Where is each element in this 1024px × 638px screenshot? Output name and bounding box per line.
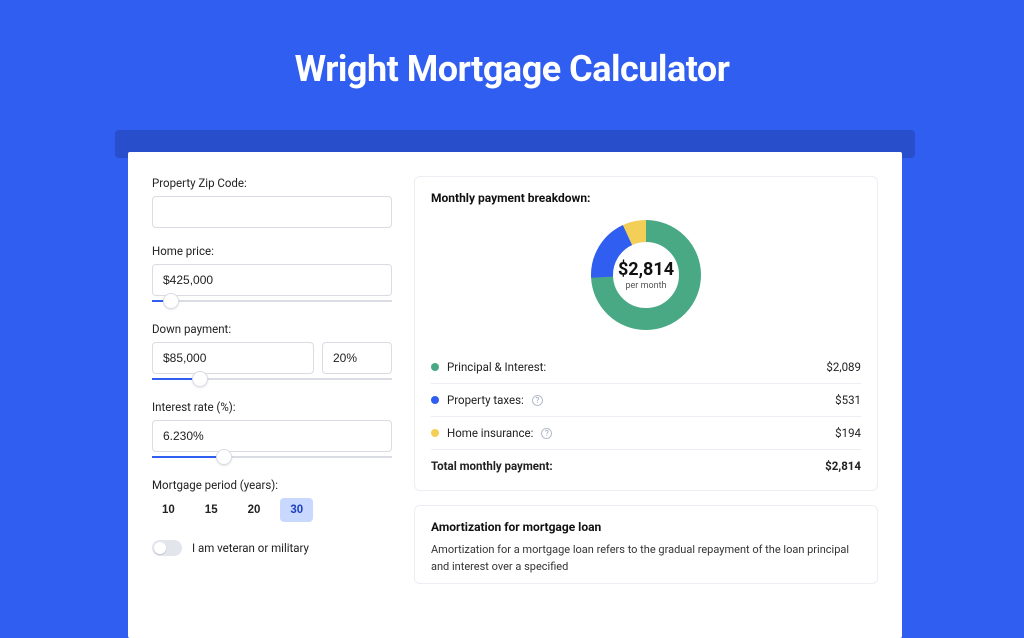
legend-total-row: Total monthly payment: $2,814: [431, 449, 861, 482]
donut-svg: $2,814 per month: [586, 215, 706, 335]
period-button-15[interactable]: 15: [195, 498, 228, 522]
interest-slider[interactable]: [152, 452, 392, 462]
slider-thumb[interactable]: [216, 449, 232, 465]
legend-label: Home insurance:: [447, 426, 533, 440]
veteran-toggle[interactable]: [152, 540, 182, 556]
veteran-label: I am veteran or military: [192, 541, 309, 555]
page-title: Wright Mortgage Calculator: [0, 48, 1024, 90]
legend-dot: [431, 429, 439, 437]
slider-thumb[interactable]: [163, 293, 179, 309]
period-button-row: 10 15 20 30: [152, 498, 392, 522]
down-payment-label: Down payment:: [152, 322, 392, 336]
period-group: Mortgage period (years): 10 15 20 30: [152, 478, 392, 522]
period-button-10[interactable]: 10: [152, 498, 185, 522]
legend-label: Property taxes:: [447, 393, 524, 407]
legend-row: Home insurance:? $194: [431, 417, 861, 449]
legend-row: Principal & Interest: $2,089: [431, 351, 861, 384]
period-button-20[interactable]: 20: [238, 498, 271, 522]
legend-label: Principal & Interest:: [447, 360, 546, 374]
form-panel: Property Zip Code: Home price: Down paym…: [152, 176, 392, 598]
interest-label: Interest rate (%):: [152, 400, 392, 414]
breakdown-panel: Monthly payment breakdown: $2,814 per mo…: [414, 176, 878, 491]
down-payment-slider[interactable]: [152, 374, 392, 384]
down-payment-input[interactable]: [152, 342, 314, 374]
total-value: $2,814: [825, 459, 861, 473]
period-button-30[interactable]: 30: [280, 498, 313, 522]
zip-label: Property Zip Code:: [152, 176, 392, 190]
down-payment-group: Down payment:: [152, 322, 392, 384]
home-price-label: Home price:: [152, 244, 392, 258]
zip-group: Property Zip Code:: [152, 176, 392, 228]
amortization-title: Amortization for mortgage loan: [431, 520, 861, 534]
legend-value: $2,089: [826, 360, 861, 374]
results-panel: Monthly payment breakdown: $2,814 per mo…: [414, 176, 878, 598]
donut-center-amount: $2,814: [618, 259, 674, 280]
interest-group: Interest rate (%):: [152, 400, 392, 462]
slider-track: [152, 300, 392, 302]
breakdown-title: Monthly payment breakdown:: [431, 191, 861, 205]
calculator-card: Property Zip Code: Home price: Down paym…: [128, 152, 902, 638]
down-payment-pct-input[interactable]: [322, 342, 392, 374]
legend-value: $531: [835, 393, 861, 407]
total-label: Total monthly payment:: [431, 459, 553, 473]
info-icon[interactable]: ?: [532, 395, 543, 406]
zip-input[interactable]: [152, 196, 392, 228]
slider-thumb[interactable]: [192, 371, 208, 387]
period-label: Mortgage period (years):: [152, 478, 392, 492]
slider-fill: [152, 456, 224, 458]
donut-chart: $2,814 per month: [431, 215, 861, 335]
home-price-group: Home price:: [152, 244, 392, 306]
legend-row: Property taxes:? $531: [431, 384, 861, 417]
legend-dot: [431, 363, 439, 371]
legend-value: $194: [835, 426, 861, 440]
info-icon[interactable]: ?: [541, 428, 552, 439]
veteran-row: I am veteran or military: [152, 540, 392, 556]
amortization-text: Amortization for a mortgage loan refers …: [431, 542, 861, 575]
amortization-panel: Amortization for mortgage loan Amortizat…: [414, 505, 878, 584]
legend-list: Principal & Interest: $2,089 Property taxe…: [431, 351, 861, 449]
donut-center-sub: per month: [625, 281, 666, 291]
interest-input[interactable]: [152, 420, 392, 452]
toggle-knob: [154, 542, 166, 554]
home-price-slider[interactable]: [152, 296, 392, 306]
home-price-input[interactable]: [152, 264, 392, 296]
legend-dot: [431, 396, 439, 404]
